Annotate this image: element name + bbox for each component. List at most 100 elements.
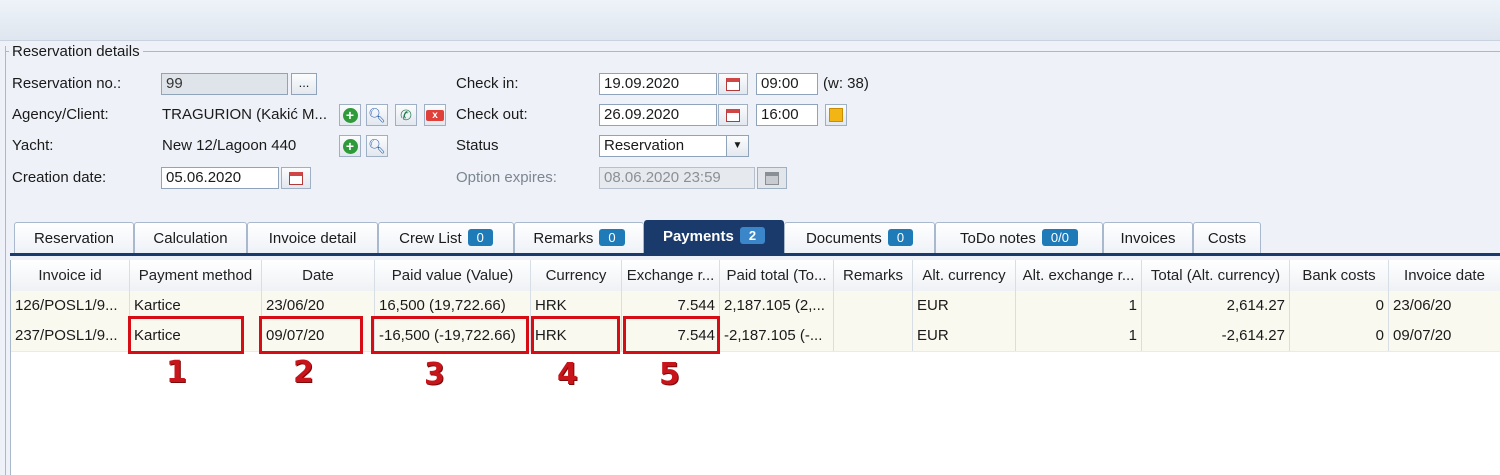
payments-table: Invoice id Payment method Date Paid valu… [10, 260, 1500, 475]
highlight-currency [531, 316, 620, 354]
column-header[interactable]: Paid value (Value) [375, 260, 531, 292]
phone-icon: ✆ [400, 106, 412, 123]
agency-client-label: Agency/Client: [12, 106, 109, 123]
week-number: (w: 38) [823, 75, 869, 92]
column-header[interactable]: Exchange r... [622, 260, 720, 292]
column-header[interactable]: Invoice date [1389, 260, 1500, 292]
add-yacht-button[interactable]: + [339, 135, 361, 157]
column-header[interactable]: Alt. currency [913, 260, 1016, 292]
highlight-date [259, 316, 363, 354]
calendar-icon [289, 171, 303, 185]
notes-button[interactable] [825, 104, 847, 126]
tab-todo-notes[interactable]: ToDo notes 0/0 [935, 222, 1103, 253]
option-expires-calendar-button [757, 167, 787, 189]
documents-count-badge: 0 [887, 229, 914, 246]
agency-client-value: TRAGURION (Kakić M... [162, 106, 328, 123]
cell-invoice-date: 09/07/20 [1389, 321, 1500, 351]
tab-crew-list[interactable]: Crew List 0 [378, 222, 514, 253]
calendar-icon [765, 171, 779, 185]
cell-paid-total: 2,187.105 (2,... [720, 291, 834, 321]
remove-icon: x [426, 109, 444, 121]
cell-remarks [834, 321, 913, 351]
remarks-count-badge: 0 [599, 229, 625, 246]
annotation-number-3: 3 [424, 357, 445, 392]
cell-invoice-id: 126/POSL1/9... [11, 291, 130, 321]
cell-total-alt-currency: 2,614.27 [1142, 291, 1290, 321]
cell-alt-exchange-rate: 1 [1016, 321, 1142, 351]
tab-remarks[interactable]: Remarks 0 [514, 222, 644, 253]
calendar-icon [726, 108, 740, 122]
highlight-paid-value [371, 316, 529, 354]
tab-documents[interactable]: Documents 0 [784, 222, 935, 253]
check-in-label: Check in: [456, 75, 519, 92]
option-expires-field: 08.06.2020 23:59 [599, 167, 755, 189]
creation-date-label: Creation date: [12, 169, 107, 186]
yacht-label: Yacht: [12, 137, 54, 154]
tab-underline [10, 253, 1500, 256]
plus-icon: + [342, 138, 358, 154]
window-top-bar [0, 0, 1500, 41]
cell-bank-costs: 0 [1290, 291, 1389, 321]
cell-bank-costs: 0 [1290, 321, 1389, 351]
column-header[interactable]: Alt. exchange r... [1016, 260, 1142, 292]
highlight-payment-method [128, 316, 244, 354]
annotation-number-1: 1 [166, 355, 187, 390]
section-title: Reservation details [9, 43, 143, 60]
column-header[interactable]: Date [262, 260, 375, 292]
tab-costs[interactable]: Costs [1193, 222, 1261, 253]
fieldset-left-border [5, 46, 6, 475]
reservation-no-field[interactable]: 99 [161, 73, 288, 95]
status-select[interactable]: Reservation ▼ [599, 135, 749, 157]
creation-date-calendar-button[interactable] [281, 167, 311, 189]
tab-payments[interactable]: Payments 2 [644, 220, 784, 253]
todo-notes-count-badge: 0/0 [1041, 229, 1078, 246]
check-in-time-field[interactable]: 09:00 [756, 73, 818, 95]
highlight-exchange-rate [623, 316, 720, 354]
tab-invoice-detail[interactable]: Invoice detail [247, 222, 378, 253]
cell-alt-currency: EUR [913, 291, 1016, 321]
column-header[interactable]: Invoice id [11, 260, 130, 292]
check-in-calendar-button[interactable] [718, 73, 748, 95]
reservation-browse-button[interactable]: ... [291, 73, 317, 95]
crew-list-count-badge: 0 [467, 229, 493, 246]
column-header[interactable]: Paid total (To... [720, 260, 834, 292]
annotation-number-2: 2 [293, 355, 314, 390]
chevron-down-icon[interactable]: ▼ [726, 136, 748, 156]
cell-alt-exchange-rate: 1 [1016, 291, 1142, 321]
check-out-date-field[interactable]: 26.09.2020 [599, 104, 717, 126]
cell-invoice-id: 237/POSL1/9... [11, 321, 130, 351]
check-in-date-field[interactable]: 19.09.2020 [599, 73, 717, 95]
status-select-value: Reservation [604, 137, 685, 154]
column-header[interactable]: Remarks [834, 260, 913, 292]
tab-invoices[interactable]: Invoices [1103, 222, 1193, 253]
check-out-label: Check out: [456, 106, 528, 123]
tab-reservation[interactable]: Reservation [14, 222, 134, 253]
search-yacht-button[interactable]: 🔍︎ [366, 135, 388, 157]
cell-paid-total: -2,187.105 (-... [720, 321, 834, 351]
tab-calculation[interactable]: Calculation [134, 222, 247, 253]
column-header[interactable]: Currency [531, 260, 622, 292]
creation-date-field[interactable]: 05.06.2020 [161, 167, 279, 189]
cell-total-alt-currency: -2,614.27 [1142, 321, 1290, 351]
reservation-no-label: Reservation no.: [12, 75, 122, 92]
column-header[interactable]: Total (Alt. currency) [1142, 260, 1290, 292]
call-client-button[interactable]: ✆ [395, 104, 417, 126]
column-header[interactable]: Bank costs [1290, 260, 1389, 292]
status-label: Status [456, 137, 499, 154]
annotation-number-5: 5 [659, 357, 680, 392]
table-header: Invoice id Payment method Date Paid valu… [11, 260, 1500, 293]
sticky-note-icon [829, 108, 843, 122]
cell-remarks [834, 291, 913, 321]
column-header[interactable]: Payment method [130, 260, 262, 292]
search-client-button[interactable]: 🔍︎ [366, 104, 388, 126]
annotation-number-4: 4 [557, 357, 578, 392]
remove-client-button[interactable]: x [424, 104, 446, 126]
calendar-icon [726, 77, 740, 91]
check-out-calendar-button[interactable] [718, 104, 748, 126]
search-icon: 🔍︎ [368, 106, 386, 123]
yacht-value: New 12/Lagoon 440 [162, 137, 297, 154]
add-client-button[interactable]: + [339, 104, 361, 126]
cell-invoice-date: 23/06/20 [1389, 291, 1500, 321]
check-out-time-field[interactable]: 16:00 [756, 104, 818, 126]
plus-icon: + [342, 107, 358, 123]
